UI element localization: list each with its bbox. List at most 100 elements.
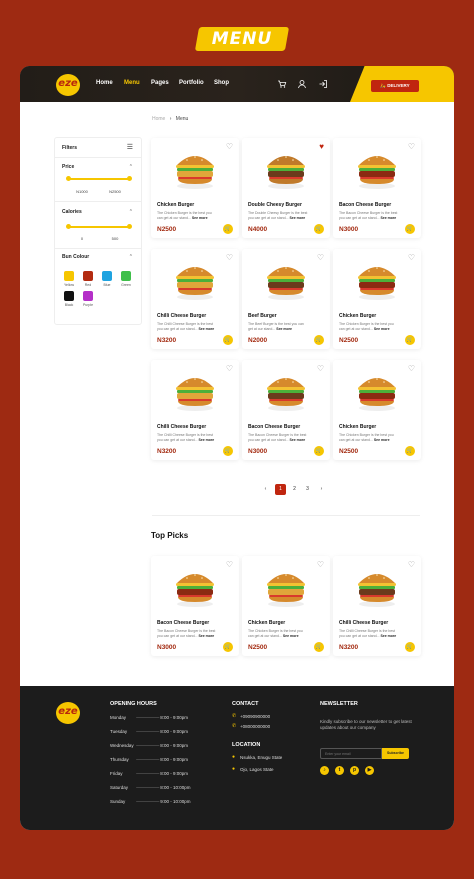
favorite-heart-icon[interactable]: ♡ (408, 561, 415, 569)
favorite-heart-icon[interactable]: ♡ (408, 254, 415, 262)
nav-pages[interactable]: Pages (151, 80, 169, 86)
see-more-link[interactable]: See more (380, 634, 396, 638)
add-to-cart-icon[interactable]: 🛒 (405, 446, 415, 456)
burger-image (263, 373, 309, 413)
filter-settings-icon[interactable]: ☰ (127, 143, 133, 151)
menu-banner-title: MENU (211, 29, 273, 49)
product-card[interactable]: ♡ Chilli Cheese Burger The Chilli Cheese B… (151, 360, 239, 460)
product-name: Chicken Burger (157, 202, 195, 208)
pagination-page-1[interactable]: 1 (275, 484, 286, 495)
pinterest-icon[interactable]: p (350, 766, 359, 775)
logo[interactable]: eze (56, 74, 80, 96)
calories-slider-min-handle[interactable] (66, 224, 71, 229)
contact-phone-1[interactable]: +09090900000 (240, 714, 270, 719)
cart-icon[interactable] (277, 79, 287, 89)
pagination-page-2[interactable]: 2 (289, 484, 300, 495)
see-more-link[interactable]: See more (276, 327, 292, 331)
login-icon[interactable] (318, 79, 328, 89)
calories-slider-track[interactable] (68, 226, 130, 228)
nav-home[interactable]: Home (96, 80, 113, 86)
favorite-heart-icon[interactable]: ♡ (226, 365, 233, 373)
see-more-link[interactable]: See more (289, 438, 305, 442)
user-icon[interactable] (297, 79, 307, 89)
dotted-separator: ----------------------- (136, 785, 159, 790)
bun-colour-swatch-red[interactable] (83, 271, 93, 281)
favorite-heart-icon[interactable]: ♡ (226, 254, 233, 262)
subscribe-button[interactable]: Subscribe (382, 748, 409, 759)
add-to-cart-icon[interactable]: 🛒 (223, 335, 233, 345)
see-more-link[interactable]: See more (374, 327, 390, 331)
bun-colour-swatch-green[interactable] (121, 271, 131, 281)
hours: 8:00 - 10:00pm (160, 785, 191, 790)
favorite-heart-icon[interactable]: ♡ (317, 254, 324, 262)
add-to-cart-icon[interactable]: 🛒 (223, 224, 233, 234)
add-to-cart-icon[interactable]: 🛒 (223, 642, 233, 652)
price-slider-track[interactable] (68, 178, 130, 180)
newsletter-email-input[interactable] (320, 748, 382, 759)
price-slider-min-handle[interactable] (66, 176, 71, 181)
product-card[interactable]: ♡ Chilli Cheese Burger The Chilli Cheese B… (151, 249, 239, 349)
add-to-cart-icon[interactable]: 🛒 (314, 224, 324, 234)
pagination-page-3[interactable]: 3 (302, 484, 313, 495)
product-card[interactable]: ♡ Chilli Cheese Burger The Chilli Cheese B… (333, 556, 421, 656)
add-to-cart-icon[interactable]: 🛒 (314, 446, 324, 456)
product-card[interactable]: ♡ Bacon Cheese Burger The Bacon Cheese Bur… (333, 138, 421, 238)
see-more-link[interactable]: See more (283, 634, 299, 638)
add-to-cart-icon[interactable]: 🛒 (405, 642, 415, 652)
favorite-heart-icon[interactable]: ♡ (226, 143, 233, 151)
price-slider-max-handle[interactable] (127, 176, 132, 181)
pagination-next-icon[interactable]: › (316, 484, 327, 495)
see-more-link[interactable]: See more (380, 216, 396, 220)
favorite-heart-icon[interactable]: ♡ (317, 561, 324, 569)
product-card[interactable]: ♡ Chicken Burger The Chicken Burger is the… (151, 138, 239, 238)
breadcrumb-home[interactable]: Home (152, 116, 165, 122)
product-card[interactable]: ♡ Chicken Burger The Chicken Burger is the… (333, 249, 421, 349)
bun-colour-swatch-yellow[interactable] (64, 271, 74, 281)
bun-colour-swatch-purple[interactable] (83, 291, 93, 301)
product-card[interactable]: ♡ Beef Burger The Beef Burger is the best … (242, 249, 330, 349)
add-to-cart-icon[interactable]: 🛒 (405, 335, 415, 345)
see-more-link[interactable]: See more (198, 327, 214, 331)
delivery-button[interactable]: 🛵 DELIVERY (371, 80, 419, 92)
youtube-icon[interactable]: ▶ (365, 766, 374, 775)
tiktok-icon[interactable]: ♪ (320, 766, 329, 775)
product-card[interactable]: ♡ Chicken Burger The Chicken Burger is the… (242, 556, 330, 656)
nav-shop[interactable]: Shop (214, 80, 229, 86)
bun-colour-swatch-black[interactable] (64, 291, 74, 301)
add-to-cart-icon[interactable]: 🛒 (314, 335, 324, 345)
product-card[interactable]: ♡ Bacon Cheese Burger The Bacon Cheese Bur… (242, 360, 330, 460)
nav-portfolio[interactable]: Portfolio (179, 80, 204, 86)
see-more-link[interactable]: See more (192, 216, 208, 220)
favorite-heart-icon[interactable]: ♥ (319, 143, 324, 151)
price-chevron-icon[interactable]: ⌃ (129, 164, 133, 170)
product-card[interactable]: ♡ Bacon Cheese Burger The Bacon Cheese Bur… (151, 556, 239, 656)
favorite-heart-icon[interactable]: ♡ (408, 143, 415, 151)
twitter-icon[interactable]: t (335, 766, 344, 775)
nav-menu[interactable]: Menu (124, 80, 140, 86)
add-to-cart-icon[interactable]: 🛒 (314, 642, 324, 652)
product-card[interactable]: ♥ Double Cheesy Burger The Double Cheesy B… (242, 138, 330, 238)
burger-image (263, 151, 309, 191)
product-description: The Bacon Cheese Burger is the best you … (157, 629, 217, 638)
favorite-heart-icon[interactable]: ♡ (408, 365, 415, 373)
product-card[interactable]: ♡ Chicken Burger The Chicken Burger is the… (333, 360, 421, 460)
favorite-heart-icon[interactable]: ♡ (226, 561, 233, 569)
add-to-cart-icon[interactable]: 🛒 (223, 446, 233, 456)
see-more-link[interactable]: See more (374, 438, 390, 442)
burger-image (354, 569, 400, 609)
product-description: The Bacon Cheese Burger is the best you … (248, 433, 308, 442)
day: Thursday (110, 757, 129, 762)
see-more-link[interactable]: See more (289, 216, 305, 220)
pagination-prev-icon[interactable]: ‹ (260, 484, 271, 495)
footer-logo[interactable]: eze (56, 702, 80, 724)
add-to-cart-icon[interactable]: 🛒 (405, 224, 415, 234)
calories-slider-max-handle[interactable] (127, 224, 132, 229)
bun-colour-chevron-icon[interactable]: ⌃ (129, 254, 133, 260)
see-more-link[interactable]: See more (198, 634, 214, 638)
bun-colour-swatch-blue[interactable] (102, 271, 112, 281)
bun-colour-swatch-label: Blue (103, 283, 111, 287)
see-more-link[interactable]: See more (198, 438, 214, 442)
favorite-heart-icon[interactable]: ♡ (317, 365, 324, 373)
contact-phone-2[interactable]: +08000000000 (240, 724, 270, 729)
calories-chevron-icon[interactable]: ⌃ (129, 209, 133, 215)
